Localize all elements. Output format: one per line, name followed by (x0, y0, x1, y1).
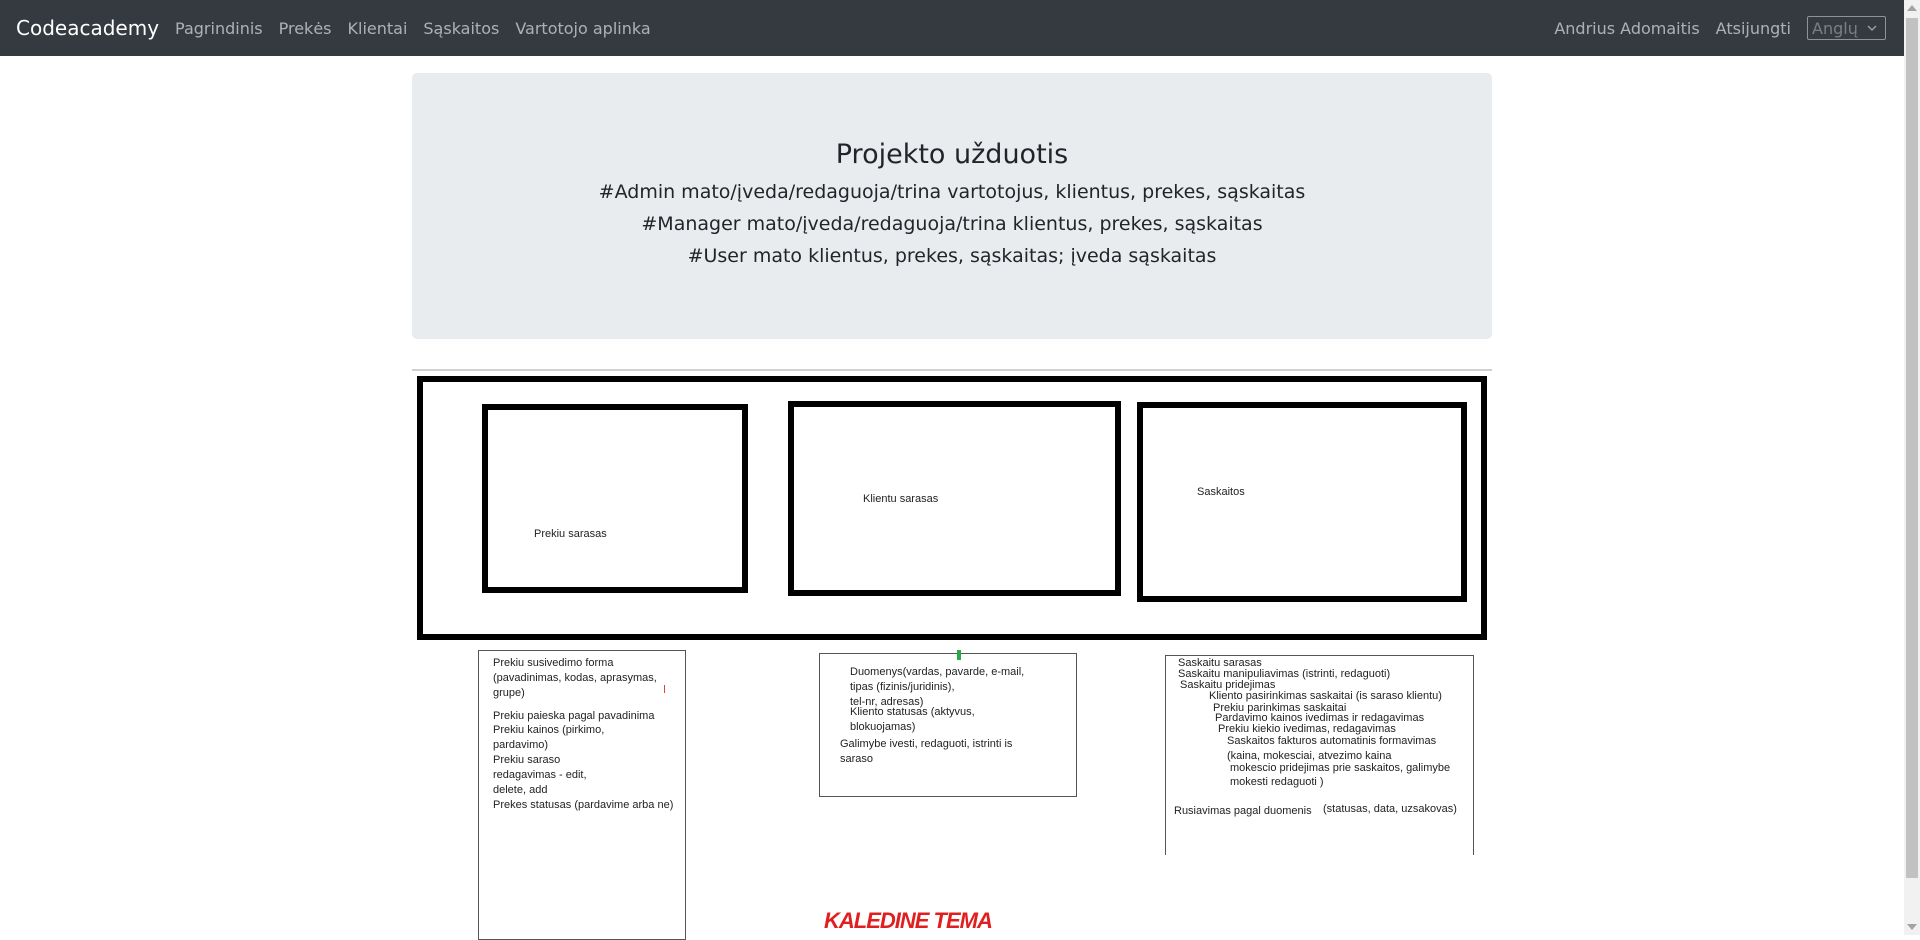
red-mark (664, 685, 665, 693)
nav-link-pagrindinis[interactable]: Pagrindinis (175, 19, 263, 38)
note-klientai-line: Kliento statusas (aktyvus, (850, 706, 975, 718)
top-navbar: Codeacademy Pagrindinis Prekės Klientai … (0, 0, 1904, 56)
user-name-link[interactable]: Andrius Adomaitis (1554, 19, 1699, 38)
note-saskaitos-line: Rusiavimas pagal duomenis (1174, 805, 1312, 817)
note-prekes-line: Prekiu paieska pagal pavadinima (493, 710, 655, 722)
note-prekes-line: Prekiu susivedimo forma (493, 657, 614, 669)
note-klientai-line: blokuojamas) (850, 721, 916, 733)
theme-label: KALEDINE TEMA (824, 908, 993, 933)
brand-link[interactable]: Codeacademy (16, 16, 159, 40)
note-saskaitos-line: mokescio pridejimas prie saskaitos, gali… (1230, 762, 1451, 774)
note-prekes-line: Prekes statusas (pardavime arba ne) (493, 799, 674, 811)
box-label-saskaitos: Saskaitos (1197, 486, 1245, 498)
box-label-klientu-sarasas: Klientu sarasas (863, 493, 939, 505)
note-prekes-line: delete, add (493, 784, 548, 796)
task-line-manager: #Manager mato/įveda/redaguoja/trina klie… (641, 213, 1263, 235)
note-prekes-line: Prekiu kainos (pirkimo, (493, 724, 605, 736)
chevron-down-icon (1867, 25, 1877, 32)
language-select[interactable]: Anglų (1807, 16, 1886, 40)
task-line-user: #User mato klientus, prekes, sąskaitas; … (687, 245, 1217, 267)
nav-link-klientai[interactable]: Klientai (348, 19, 408, 38)
page-scrollbar[interactable] (1904, 0, 1920, 935)
note-klientai-line: tipas (fizinis/juridinis), (850, 681, 955, 693)
note-klientai-line: Duomenys(vardas, pavarde, e-mail, (850, 666, 1025, 678)
box-prekiu-sarasas: Prekiu sarasas (482, 404, 748, 593)
note-prekes-line: pardavimo) (493, 739, 549, 751)
note-prekes-line: Prekiu saraso (493, 754, 561, 766)
nav-link-saskaitos[interactable]: Sąskaitos (423, 19, 499, 38)
note-saskaitos-line: Saskaitos fakturos automatinis formavima… (1227, 735, 1437, 747)
note-klientai-line: saraso (840, 753, 874, 765)
task-line-admin: #Admin mato/įveda/redaguoja/trina vartot… (598, 181, 1306, 203)
nav-link-vartotojo-aplinka[interactable]: Vartotojo aplinka (515, 19, 650, 38)
note-saskaitos-line: (statusas, data, uzsakovas) (1323, 803, 1457, 815)
scroll-up-icon[interactable] (1907, 5, 1917, 11)
logout-link[interactable]: Atsijungti (1716, 19, 1791, 38)
project-diagram-image: Prekiu sarasas Klientu sarasas Saskaitos… (412, 369, 1492, 940)
diagram-top-line (412, 369, 1492, 371)
green-mark (957, 650, 961, 660)
scroll-thumb[interactable] (1906, 18, 1918, 878)
box-klientu-sarasas: Klientu sarasas (788, 401, 1121, 596)
language-select-value: Anglų (1812, 18, 1858, 38)
note-prekes-line: redagavimas - edit, (493, 769, 587, 781)
box-label-prekiu-sarasas: Prekiu sarasas (534, 528, 607, 540)
note-saskaitos-line: mokesti redaguoti ) (1230, 776, 1324, 788)
note-prekes-line: (pavadinimas, kodas, aprasymas, (493, 672, 657, 684)
nav-link-prekes[interactable]: Prekės (279, 19, 332, 38)
note-prekes-line: grupe) (493, 687, 525, 699)
page-title: Projekto užduotis (835, 139, 1069, 170)
project-task-panel: Projekto užduotis #Admin mato/įveda/reda… (412, 73, 1492, 339)
scroll-down-icon[interactable] (1907, 924, 1917, 930)
note-klientai-line: Galimybe ivesti, redaguoti, istrinti is (840, 738, 1013, 750)
navbar-right: Andrius Adomaitis Atsijungti Anglų (1554, 0, 1886, 56)
box-saskaitos: Saskaitos (1137, 402, 1467, 602)
